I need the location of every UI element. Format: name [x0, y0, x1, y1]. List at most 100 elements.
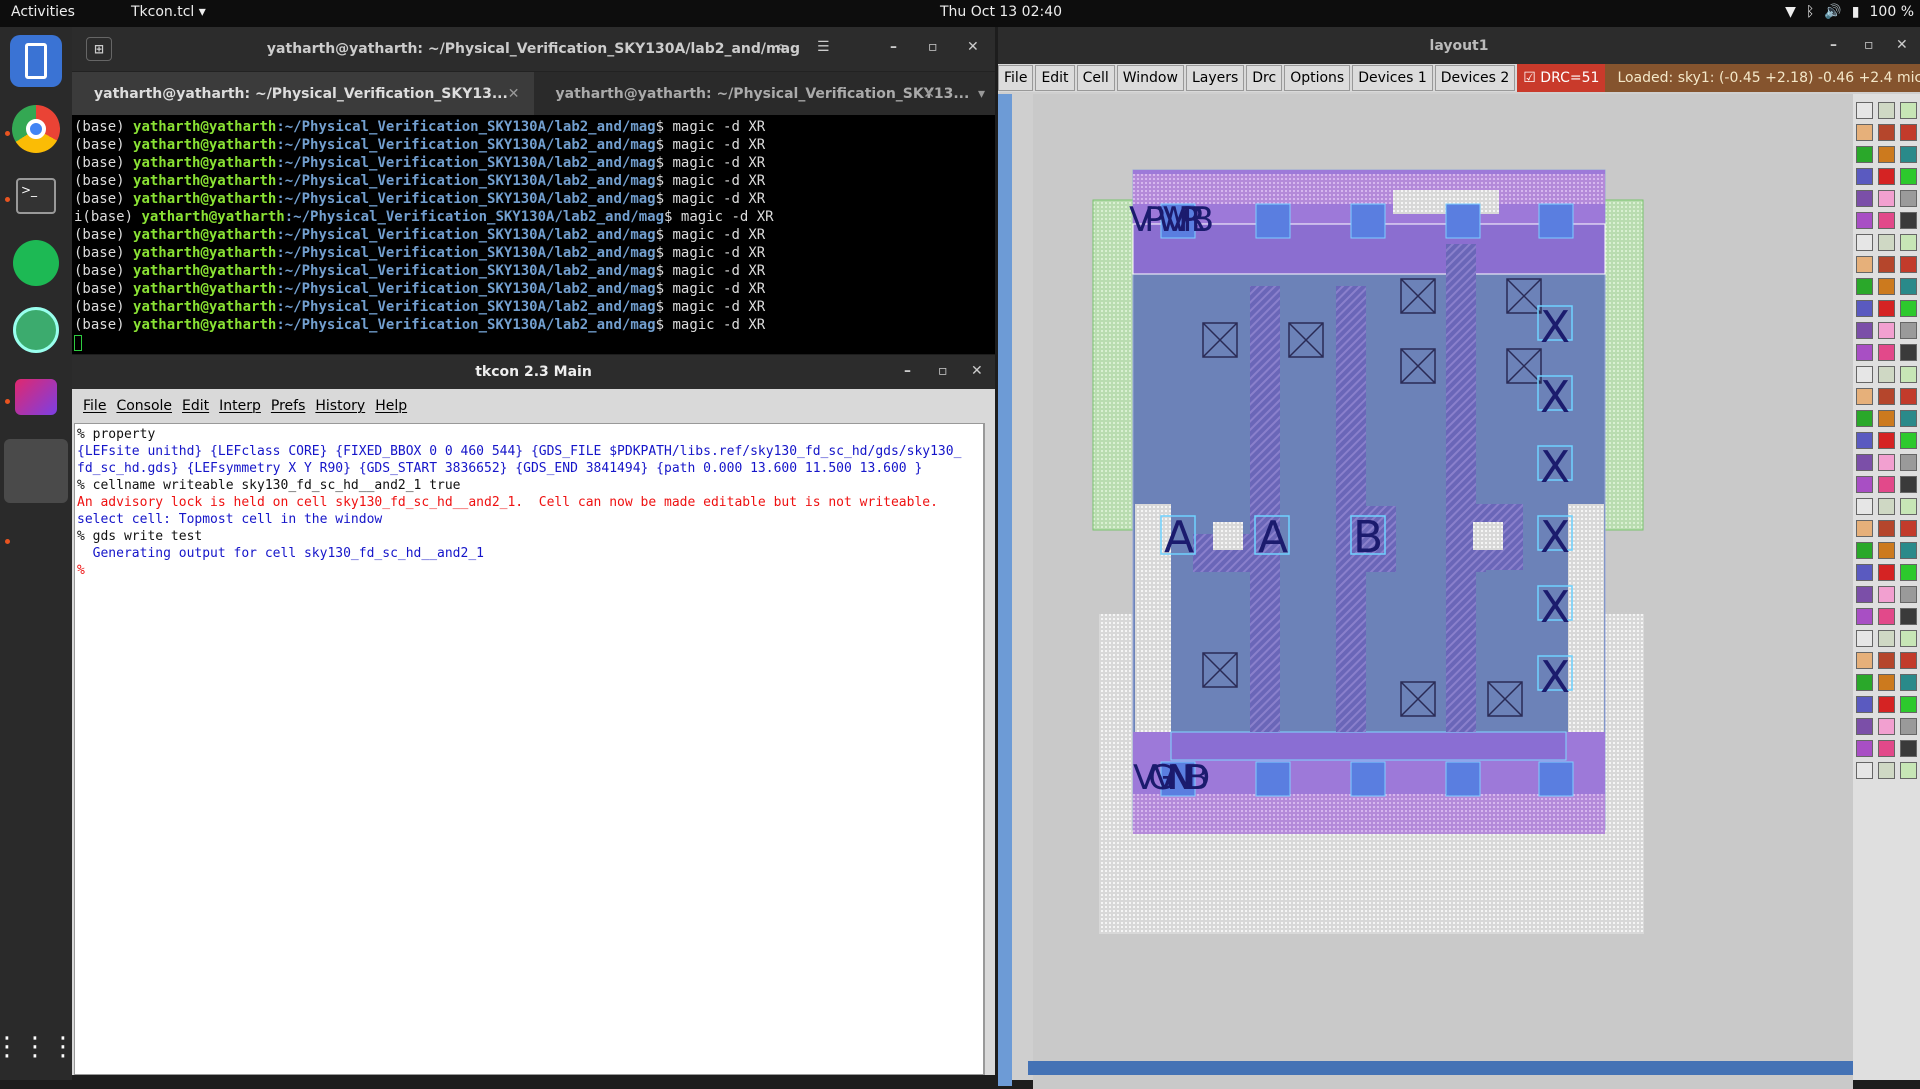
layer-swatch[interactable] — [1878, 344, 1895, 361]
layer-swatch[interactable] — [1900, 696, 1917, 713]
layer-swatch[interactable] — [1900, 652, 1917, 669]
layer-swatch[interactable] — [1856, 146, 1873, 163]
show-apps-icon[interactable]: ⋮⋮⋮ — [0, 1021, 76, 1073]
layer-swatch[interactable] — [1856, 102, 1873, 119]
search-icon[interactable]: ⌕ — [777, 39, 785, 55]
layer-swatch[interactable] — [1900, 476, 1917, 493]
layer-swatch[interactable] — [1878, 740, 1895, 757]
new-tab-icon[interactable]: ⊞ — [86, 37, 112, 61]
active-app-slot[interactable] — [4, 439, 68, 503]
layer-swatch[interactable] — [1878, 102, 1895, 119]
layer-swatch[interactable] — [1900, 300, 1917, 317]
layer-swatch[interactable] — [1878, 586, 1895, 603]
layer-swatch[interactable] — [1900, 124, 1917, 141]
layer-swatch[interactable] — [1878, 212, 1895, 229]
layout-canvas[interactable]: VPWR VPB VGND VNB A A B X X X X X X — [1033, 94, 1853, 1089]
app-menu[interactable]: Tkcon.tcl ▾ — [131, 4, 206, 20]
layout-drawing[interactable] — [1033, 94, 1853, 1089]
spotify-icon[interactable] — [10, 237, 62, 289]
vertical-scrollbar[interactable] — [998, 94, 1012, 1086]
layer-swatch[interactable] — [1856, 388, 1873, 405]
layer-swatch[interactable] — [1878, 124, 1895, 141]
layer-swatch[interactable] — [1856, 432, 1873, 449]
layer-swatch[interactable] — [1856, 762, 1873, 779]
menu-help[interactable]: Help — [370, 398, 412, 414]
layer-swatch[interactable] — [1856, 674, 1873, 691]
menu-devices-1[interactable]: Devices 1 — [1352, 65, 1433, 91]
menu-history[interactable]: History — [310, 398, 370, 414]
layer-swatch[interactable] — [1856, 410, 1873, 427]
layer-swatch[interactable] — [1856, 454, 1873, 471]
layer-swatch[interactable] — [1878, 476, 1895, 493]
layer-swatch[interactable] — [1900, 102, 1917, 119]
menu-window[interactable]: Window — [1116, 65, 1184, 91]
menu-file[interactable]: File — [78, 398, 111, 414]
layer-swatch[interactable] — [1878, 630, 1895, 647]
layer-swatch[interactable] — [1878, 256, 1895, 273]
menu-cell[interactable]: Cell — [1076, 65, 1115, 91]
layer-swatch[interactable] — [1878, 168, 1895, 185]
layer-swatch[interactable] — [1878, 762, 1895, 779]
layer-swatch[interactable] — [1878, 410, 1895, 427]
tabs-dropdown-icon[interactable]: ▾ — [978, 86, 985, 102]
layer-swatch[interactable] — [1900, 410, 1917, 427]
close-tab-icon[interactable]: ✕ — [508, 86, 520, 102]
maximize-button[interactable]: ▫ — [928, 39, 938, 55]
terminal-tab-2[interactable]: yatharth@yatharth: ~/Physical_Verificati… — [534, 72, 996, 115]
terminal-tab-1[interactable]: yatharth@yatharth: ~/Physical_Verificati… — [72, 72, 534, 115]
layer-swatch[interactable] — [1878, 322, 1895, 339]
layer-swatch[interactable] — [1878, 432, 1895, 449]
layer-swatch[interactable] — [1900, 256, 1917, 273]
layer-swatch[interactable] — [1878, 498, 1895, 515]
system-tray[interactable]: ▼ ᛒ 🔊 ▮ 100 % — [1785, 4, 1914, 20]
activities-button[interactable]: Activities — [11, 4, 75, 20]
layer-swatch[interactable] — [1856, 344, 1873, 361]
terminal-output[interactable]: (base) yatharth@yatharth:~/Physical_Veri… — [72, 115, 995, 354]
layer-swatch[interactable] — [1856, 718, 1873, 735]
layer-swatch[interactable] — [1856, 564, 1873, 581]
layer-swatch[interactable] — [1856, 168, 1873, 185]
layer-swatch[interactable] — [1856, 542, 1873, 559]
screenshot-icon[interactable] — [10, 371, 62, 423]
menu-file[interactable]: File — [998, 65, 1034, 91]
layer-swatch[interactable] — [1900, 190, 1917, 207]
layer-swatch[interactable] — [1878, 652, 1895, 669]
minimize-button[interactable]: – — [904, 363, 911, 379]
layer-swatch[interactable] — [1856, 652, 1873, 669]
layer-swatch[interactable] — [1856, 278, 1873, 295]
layer-swatch[interactable] — [1878, 190, 1895, 207]
layer-swatch[interactable] — [1878, 564, 1895, 581]
layer-swatch[interactable] — [1856, 190, 1873, 207]
layer-swatch[interactable] — [1900, 718, 1917, 735]
layer-swatch[interactable] — [1878, 674, 1895, 691]
layer-swatch[interactable] — [1878, 718, 1895, 735]
layer-swatch[interactable] — [1900, 168, 1917, 185]
layer-swatch[interactable] — [1856, 586, 1873, 603]
layer-swatch[interactable] — [1856, 696, 1873, 713]
layer-swatch[interactable] — [1900, 630, 1917, 647]
layer-swatch[interactable] — [1900, 454, 1917, 471]
tkcon-scrollbar[interactable] — [984, 423, 995, 1075]
layer-swatch[interactable] — [1900, 212, 1917, 229]
close-button[interactable]: ✕ — [971, 363, 983, 379]
layer-swatch[interactable] — [1856, 366, 1873, 383]
menu-interp[interactable]: Interp — [214, 398, 266, 414]
layer-swatch[interactable] — [1856, 234, 1873, 251]
layer-swatch[interactable] — [1900, 762, 1917, 779]
layer-swatch[interactable] — [1900, 608, 1917, 625]
layer-swatch[interactable] — [1856, 498, 1873, 515]
close-button[interactable]: ✕ — [967, 39, 979, 55]
layer-swatch[interactable] — [1856, 740, 1873, 757]
layer-swatch[interactable] — [1900, 146, 1917, 163]
layer-swatch[interactable] — [1856, 608, 1873, 625]
layer-swatch[interactable] — [1878, 234, 1895, 251]
layer-swatch[interactable] — [1900, 520, 1917, 537]
menu-drc[interactable]: Drc — [1246, 65, 1283, 91]
layer-swatch[interactable] — [1856, 630, 1873, 647]
minimize-button[interactable]: – — [1830, 37, 1837, 53]
menu-edit[interactable]: Edit — [177, 398, 214, 414]
hamburger-menu-icon[interactable]: ☰ — [817, 39, 830, 55]
layer-swatch[interactable] — [1900, 234, 1917, 251]
layer-swatch[interactable] — [1856, 322, 1873, 339]
files-icon[interactable] — [10, 35, 62, 87]
